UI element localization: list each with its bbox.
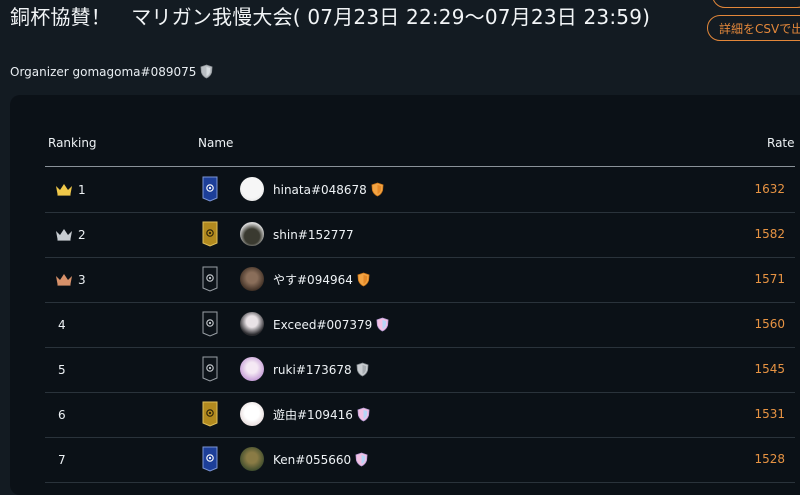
class-banner-gold-icon [202,221,218,247]
avatar[interactable] [240,312,264,336]
silver-rank-badge-icon [356,362,369,377]
player-name-cell[interactable]: shin#152777 [273,212,354,257]
orange-rank-badge-icon [357,272,370,287]
table-row[interactable]: 4 Exceed#007379 1560 [45,302,795,348]
header-rate: Rate [767,136,795,150]
top-outline-button[interactable] [712,0,800,8]
rate-value: 1560 [754,317,785,331]
silver-crown-icon [56,229,72,241]
rank-cell: 7 [58,437,66,482]
player-name[interactable]: Exceed#007379 [273,318,372,332]
rank-cell: 2 [55,212,86,257]
player-name[interactable]: 遊由#109416 [273,406,353,423]
page-title: 銅杯協賛！ マリガン我慢大会( 07月23日 22:29～07月23日 23:5… [10,5,651,29]
class-banner-dark-icon [202,311,218,337]
player-name-cell[interactable]: やす#094964 [273,257,370,302]
orange-rank-badge-icon [371,182,384,197]
rank-number: 3 [78,272,86,287]
class-banner-blue-icon [202,446,218,472]
rate-value: 1571 [754,272,785,286]
rate-value: 1528 [754,452,785,466]
rank-number: 2 [78,227,86,242]
rainbow-rank-badge-icon [357,407,370,422]
rate-value: 1545 [754,362,785,376]
avatar[interactable] [240,267,264,291]
header-ranking: Ranking [48,136,97,150]
player-name[interactable]: やす#094964 [273,271,353,288]
player-name[interactable]: ruki#173678 [273,363,352,377]
class-banner-blue-icon [202,176,218,202]
table-row[interactable]: 1 hinata#048678 1632 [45,167,795,213]
rank-cell: 5 [58,347,66,392]
rank-cell: 3 [55,257,86,302]
silver-shield-icon [200,64,213,79]
organizer-label: Organizer gomagoma#089075 [10,64,197,79]
gold-crown-icon [56,184,72,196]
rate-value: 1531 [754,407,785,421]
player-name-cell[interactable]: Ken#055660 [273,437,368,482]
rainbow-rank-badge-icon [376,317,389,332]
table-row[interactable]: 2 shin#152777 1582 [45,212,795,258]
table-row[interactable]: 3 やす#094964 1571 [45,257,795,303]
player-name-cell[interactable]: hinata#048678 [273,167,384,212]
organizer-info: Organizer gomagoma#089075 [10,64,213,79]
player-name-cell[interactable]: ruki#173678 [273,347,369,392]
rank-number: 6 [58,407,66,422]
rank-number: 1 [78,182,86,197]
player-name-cell[interactable]: Exceed#007379 [273,302,389,347]
rank-cell: 6 [58,392,66,437]
rank-number: 7 [58,452,66,467]
avatar[interactable] [240,177,264,201]
avatar[interactable] [240,357,264,381]
table-row[interactable]: 7 Ken#055660 1528 [45,437,795,483]
csv-export-button[interactable]: 詳細をCSVで出力 [707,15,800,41]
rank-cell: 4 [58,302,66,347]
avatar[interactable] [240,447,264,471]
player-name[interactable]: shin#152777 [273,228,354,242]
table-row[interactable]: 6 遊由#109416 1531 [45,392,795,438]
table-row[interactable]: 5 ruki#173678 1545 [45,347,795,393]
bronze-crown-icon [56,274,72,286]
avatar[interactable] [240,222,264,246]
player-name[interactable]: hinata#048678 [273,183,367,197]
header-name: Name [198,136,234,150]
class-banner-dark-icon [202,356,218,382]
rank-number: 4 [58,317,66,332]
class-banner-dark-icon [202,266,218,292]
player-name-cell[interactable]: 遊由#109416 [273,392,370,437]
class-banner-gold-icon [202,401,218,427]
rank-cell: 1 [55,167,86,212]
rate-value: 1632 [754,182,785,196]
rank-number: 5 [58,362,66,377]
player-name[interactable]: Ken#055660 [273,453,351,467]
rate-value: 1582 [754,227,785,241]
rainbow-rank-badge-icon [355,452,368,467]
avatar[interactable] [240,402,264,426]
